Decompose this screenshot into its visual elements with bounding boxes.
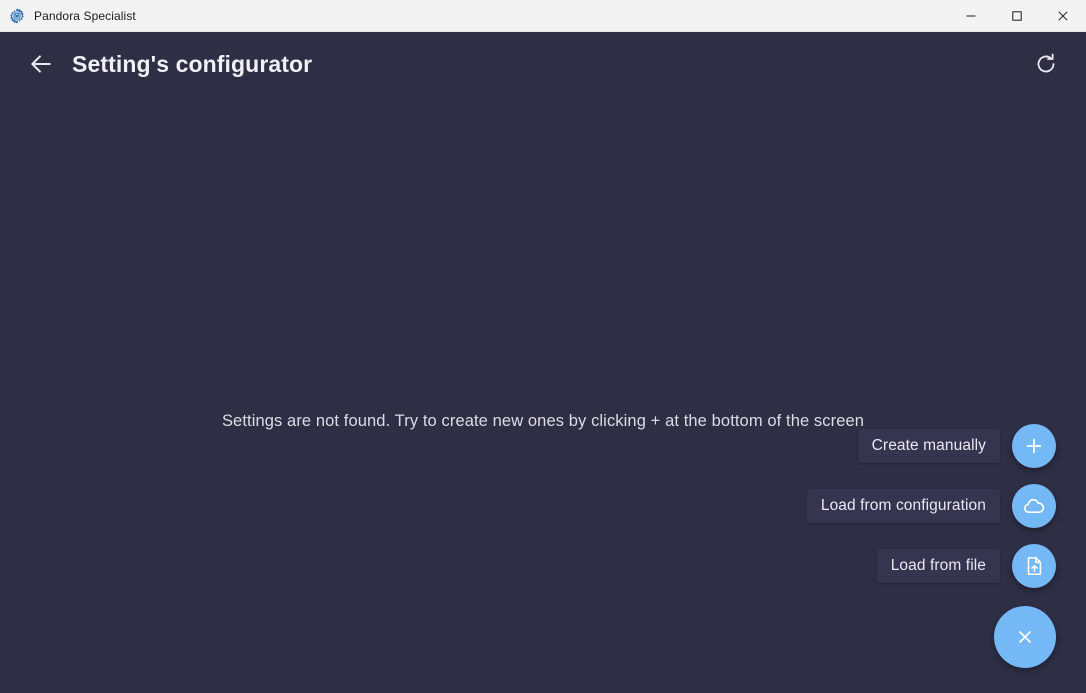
speed-dial-main-row [994, 604, 1056, 668]
maximize-icon [1012, 10, 1022, 21]
load-from-configuration-button[interactable] [1012, 484, 1056, 528]
file-upload-icon [1027, 556, 1042, 576]
window-controls [948, 0, 1086, 32]
speed-dial-action-load-from-file[interactable]: Load from file [876, 544, 1056, 588]
gear-lock-icon [8, 7, 26, 25]
plus-icon [1026, 438, 1042, 454]
minimize-icon [966, 15, 976, 16]
close-icon [1019, 631, 1031, 643]
load-from-file-button[interactable] [1012, 544, 1056, 588]
refresh-icon [1037, 53, 1055, 73]
maximize-button[interactable] [994, 0, 1040, 32]
refresh-button[interactable] [1028, 46, 1064, 82]
speed-dial-label: Load from file [876, 549, 1000, 583]
back-button[interactable] [24, 47, 58, 81]
close-button[interactable] [1040, 0, 1086, 32]
speed-dial-toggle-button[interactable] [994, 606, 1056, 668]
close-icon [1058, 10, 1068, 21]
speed-dial-label: Load from configuration [806, 489, 1000, 523]
app-window: Pandora Specialist Setting's configurato… [0, 0, 1086, 693]
cloud-icon [1023, 499, 1045, 513]
arrow-left-icon [31, 55, 51, 73]
page-title: Setting's configurator [72, 50, 313, 77]
speed-dial-menu: Create manually Load from configuration [806, 424, 1056, 668]
app-header: Setting's configurator [0, 32, 1086, 96]
window-titlebar: Pandora Specialist [0, 0, 1086, 32]
speed-dial-action-create-manually[interactable]: Create manually [857, 424, 1056, 468]
main-content: Settings are not found. Try to create ne… [0, 96, 1086, 693]
speed-dial-action-load-from-configuration[interactable]: Load from configuration [806, 484, 1056, 528]
window-title: Pandora Specialist [34, 8, 136, 23]
minimize-button[interactable] [948, 0, 994, 32]
titlebar-left-group: Pandora Specialist [0, 7, 948, 25]
create-manually-button[interactable] [1012, 424, 1056, 468]
speed-dial-label: Create manually [857, 429, 1000, 463]
